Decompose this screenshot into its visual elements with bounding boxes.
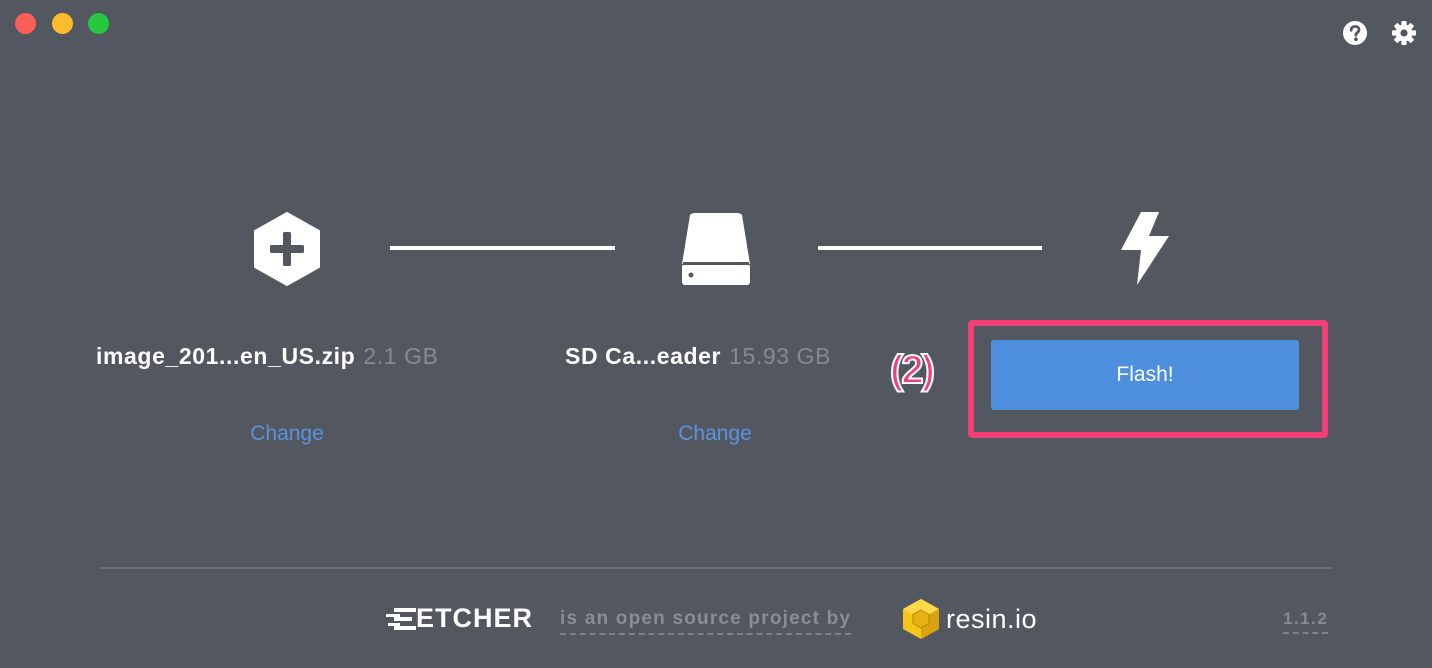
help-circle-icon[interactable]	[1342, 20, 1368, 46]
resin-cube-icon	[903, 599, 939, 639]
change-drive-link[interactable]: Change	[645, 422, 785, 446]
etcher-wordmark: ETCHER	[416, 603, 534, 633]
gear-icon[interactable]	[1391, 20, 1417, 46]
flash-button[interactable]: Flash!	[991, 340, 1299, 410]
change-image-link[interactable]: Change	[217, 422, 357, 446]
resin-io-link[interactable]: resin.io	[902, 598, 1037, 640]
app-version[interactable]: 1.1.2	[1283, 609, 1329, 634]
window-close-button[interactable]	[15, 13, 36, 34]
drive-size: 15.93 GB	[729, 343, 832, 369]
image-selection-label: image_201...en_US.zip 2.1 GB	[96, 343, 439, 370]
drive-selection-label: SD Ca...eader 15.93 GB	[565, 343, 831, 370]
step-connector-1	[390, 246, 615, 250]
step-connector-2	[818, 246, 1042, 250]
etcher-logo[interactable]: ETCHER	[386, 603, 533, 634]
window-minimize-button[interactable]	[52, 13, 73, 34]
image-filename: image_201...en_US.zip	[96, 343, 356, 369]
add-hexagon-icon[interactable]	[252, 212, 322, 291]
etcher-speed-lines-icon	[386, 607, 416, 630]
drive-name: SD Ca...eader	[565, 343, 722, 369]
image-size: 2.1 GB	[363, 343, 439, 369]
lightning-icon	[1119, 210, 1171, 291]
step-annotation-number: (2)	[889, 347, 936, 393]
resin-io-wordmark: resin.io	[946, 603, 1038, 634]
drive-icon	[680, 212, 752, 291]
footer-tagline: is an open source project by	[560, 608, 852, 635]
footer-divider	[100, 567, 1332, 569]
window-maximize-button[interactable]	[88, 13, 109, 34]
